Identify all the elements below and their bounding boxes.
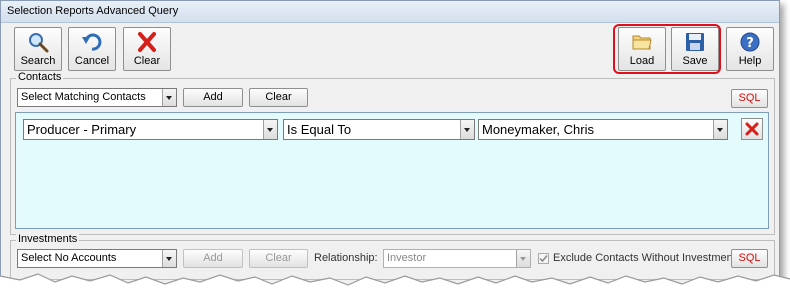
criteria-operator-select[interactable]: Is Equal To <box>283 119 475 140</box>
contacts-match-select[interactable]: Select Matching Contacts <box>17 88 177 107</box>
chevron-down-icon[interactable] <box>162 89 176 106</box>
delete-x-icon <box>745 122 759 136</box>
chevron-down-icon[interactable] <box>263 120 277 139</box>
magnifier-icon <box>29 33 49 53</box>
chevron-down-icon[interactable] <box>460 120 474 139</box>
red-x-icon <box>138 32 156 52</box>
svg-text:?: ? <box>746 36 754 51</box>
criteria-value-text: Moneymaker, Chris <box>482 122 594 137</box>
contacts-section-label: Contacts <box>16 71 64 83</box>
help-label: Help <box>738 55 762 67</box>
help-button[interactable]: ? Help <box>726 27 774 71</box>
search-button[interactable]: Search <box>14 27 62 71</box>
delete-criteria-button[interactable] <box>741 118 763 140</box>
window-title: Selection Reports Advanced Query <box>1 1 779 23</box>
cancel-label: Cancel <box>74 55 110 67</box>
clear-label: Clear <box>133 55 161 67</box>
cancel-button[interactable]: Cancel <box>68 27 116 71</box>
criteria-field-value: Producer - Primary <box>27 122 137 137</box>
criteria-value-select[interactable]: Moneymaker, Chris <box>478 119 728 140</box>
torn-edge-decoration <box>0 273 790 298</box>
contacts-sql-button[interactable]: SQL <box>731 89 768 108</box>
contacts-match-value: Select Matching Contacts <box>21 91 146 103</box>
chevron-down-icon[interactable] <box>713 120 727 139</box>
search-label: Search <box>20 55 56 67</box>
clear-button[interactable]: Clear <box>123 27 171 71</box>
criteria-field-select[interactable]: Producer - Primary <box>23 119 278 140</box>
investments-section-label: Investments <box>16 233 80 245</box>
load-save-highlight <box>613 24 721 74</box>
criteria-operator-value: Is Equal To <box>287 122 352 137</box>
contacts-add-button[interactable]: Add <box>183 88 243 107</box>
undo-arrow-icon <box>82 33 102 51</box>
contacts-clear-button[interactable]: Clear <box>249 88 308 107</box>
help-question-icon: ? <box>740 32 760 52</box>
